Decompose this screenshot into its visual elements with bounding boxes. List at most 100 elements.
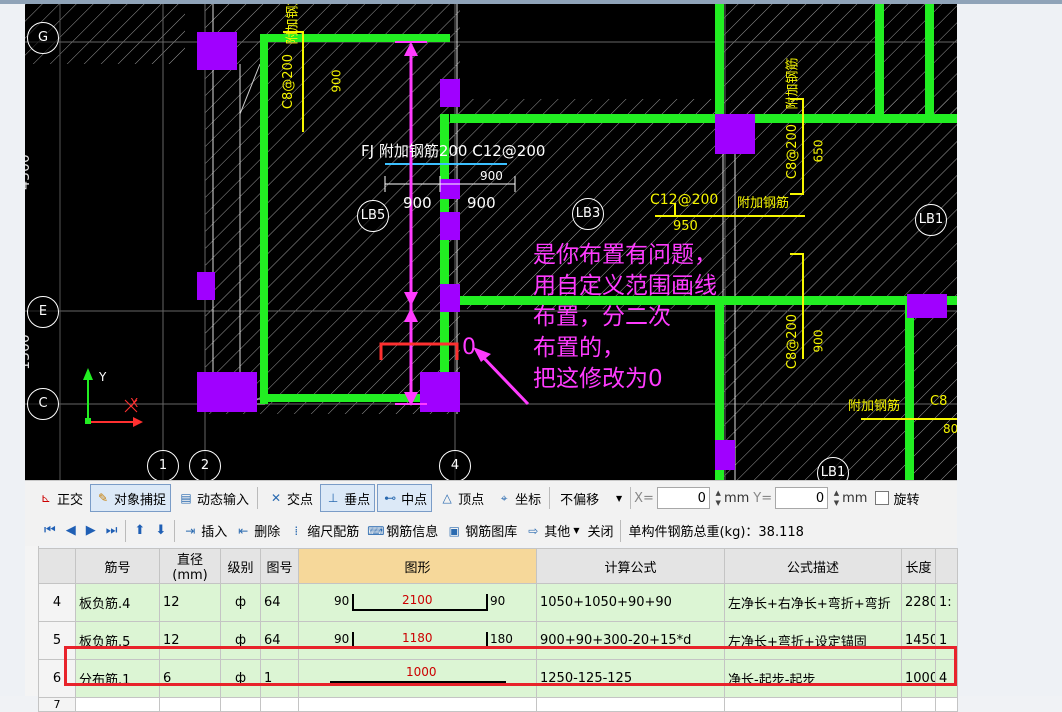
table-row[interactable]: 7 <box>38 697 958 712</box>
row-index: 4 <box>38 583 76 622</box>
header-extra[interactable] <box>935 548 958 584</box>
x-unit-label: mm <box>723 490 750 506</box>
dynamic-input-icon: ▤ <box>180 491 192 505</box>
row-index: 7 <box>38 697 76 712</box>
highlight-box-row-6 <box>64 646 957 686</box>
length-cell[interactable] <box>901 697 936 712</box>
first-record-icon[interactable]: ⏮ <box>39 523 61 538</box>
y-offset-input[interactable]: 0 ▲ ▼ <box>775 487 839 509</box>
coordinate-snap-button[interactable]: ⌖ 坐标 <box>491 484 546 512</box>
rebar-label-c8-3-dim: 900 <box>811 329 826 353</box>
table-header: 筋号 直径(mm) 级别 图号 图形 计算公式 公式描述 长度 <box>38 548 958 584</box>
spinner-arrows-icon[interactable]: ▲ ▼ <box>716 488 721 508</box>
length-cell[interactable]: 2280 <box>901 583 936 622</box>
delete-icon: ⇤ <box>238 523 249 538</box>
figure-no-cell[interactable]: 64 <box>260 583 299 622</box>
bar-no-cell[interactable] <box>75 697 160 712</box>
total-weight-label: 单构件钢筋总重(kg)：38.118 <box>628 525 804 540</box>
shape-cell[interactable] <box>298 697 537 712</box>
ortho-button[interactable]: ⊾ 正交 <box>33 484 88 512</box>
rebar-info-button[interactable]: ⌨ 钢筋信息 <box>363 521 442 541</box>
cad-drawing-canvas[interactable]: G E C 1 2 4 4500 1500 LB5 LB3 LB1 LB1 FJ… <box>25 4 957 480</box>
extra-cell[interactable] <box>935 697 958 712</box>
diameter-cell[interactable]: 12 <box>159 583 221 622</box>
annotation-line-2: 用自定义范围画线 <box>533 273 717 299</box>
vertex-snap-button[interactable]: △ 顶点 <box>434 484 489 512</box>
delete-label: 删除 <box>254 525 281 540</box>
grade-cell[interactable] <box>220 697 261 712</box>
move-up-icon[interactable]: ⬆ <box>129 523 150 538</box>
intersect-icon: ✕ <box>271 491 282 505</box>
extra-cell[interactable]: 1: <box>935 583 958 622</box>
right-margin <box>957 4 1062 696</box>
header-shape[interactable]: 图形 <box>298 548 537 584</box>
midpoint-snap-button[interactable]: ⊷ 中点 <box>377 484 433 512</box>
other-menu-button[interactable]: ⇨ 其他 ▼ <box>521 521 583 541</box>
header-grade[interactable]: 级别 <box>220 548 261 584</box>
shape-left-value: 90 <box>334 594 350 608</box>
header-formula-desc[interactable]: 公式描述 <box>724 548 902 584</box>
rebar-label-c8-3: C8@200 <box>785 313 801 370</box>
total-weight: 单构件钢筋总重(kg)：38.118 <box>624 521 807 540</box>
perpendicular-snap-button[interactable]: ⊥ 垂点 <box>320 484 376 512</box>
bar-no-cell[interactable]: 板负筋.4 <box>75 583 160 622</box>
header-index <box>38 548 76 584</box>
last-record-icon[interactable]: ⏭ <box>101 523 123 538</box>
rebar-library-button[interactable]: ▣ 钢筋图库 <box>442 521 521 541</box>
close-label: 关闭 <box>587 525 614 540</box>
spinner-arrows-icon[interactable]: ▲ ▼ <box>834 488 839 508</box>
scale-rebar-button[interactable]: ⁞ 缩尺配筋 <box>284 521 363 541</box>
dynamic-input-button[interactable]: ▤ 动态输入 <box>173 484 254 512</box>
table-row[interactable]: 4 板负筋.4 12 ф 64 90 2100 90 1050+1050+90+… <box>38 583 958 622</box>
header-formula[interactable]: 计算公式 <box>536 548 725 584</box>
chevron-down-icon: ▼ <box>573 526 580 535</box>
delete-button[interactable]: ⇤ 删除 <box>231 521 284 541</box>
other-icon: ⇨ <box>528 523 539 538</box>
rebar-label-c8-2: C8@200 <box>785 123 801 180</box>
shape-cell[interactable]: 90 2100 90 <box>298 583 537 622</box>
slab-label-lb3: LB3 <box>572 198 604 230</box>
header-bar-no[interactable]: 筋号 <box>75 548 160 584</box>
rebar-label-fujia-4: 附加钢筋 <box>848 399 901 414</box>
slab-label-lb1: LB1 <box>915 204 947 236</box>
header-figure-no[interactable]: 图号 <box>260 548 299 584</box>
annotation-line-4: 布置的， <box>533 335 625 361</box>
midpoint-label: 中点 <box>401 492 428 508</box>
toolbar-separator <box>549 487 551 509</box>
ortho-icon: ⊾ <box>40 491 52 505</box>
figure-no-cell[interactable] <box>260 697 299 712</box>
axis-bubble-2: 2 <box>189 450 221 480</box>
dim-4500: 4500 <box>25 154 33 190</box>
shape-mid-value: 2100 <box>402 593 433 607</box>
rebar-table-toolbar: ⏮ ◀ ▶ ⏭ ⬆ ⬇ ⇥ 插入 ⇤ 删除 ⁞ 缩尺配筋 ⌨ 钢筋信息 ▣ 钢筋图库 ⇨ 其… <box>25 515 957 546</box>
shape-right-value: 180 <box>490 632 513 646</box>
slab-lower-right-hatch <box>715 304 957 480</box>
next-record-icon[interactable]: ▶ <box>81 523 101 538</box>
vertex-label: 顶点 <box>458 492 485 508</box>
header-diameter[interactable]: 直径(mm) <box>159 548 221 584</box>
ortho-label: 正交 <box>57 492 84 508</box>
insert-button[interactable]: ⇥ 插入 <box>178 521 231 541</box>
formula-desc-cell[interactable]: 左净长+右净长+弯折+弯折 <box>724 583 902 622</box>
formula-cell[interactable]: 1050+1050+90+90 <box>536 583 725 622</box>
diameter-cell[interactable] <box>159 697 221 712</box>
x-offset-input[interactable]: 0 ▲ ▼ <box>656 487 721 509</box>
rebar-label-c8-1-dim: 900 <box>329 69 344 93</box>
rotate-checkbox[interactable] <box>875 491 890 505</box>
object-snap-button[interactable]: ✎ 对象捕捉 <box>90 484 172 512</box>
rebar-label-c8-2-dim: 650 <box>811 139 826 163</box>
grade-cell[interactable]: ф <box>220 583 261 622</box>
formula-cell[interactable] <box>536 697 725 712</box>
offset-select[interactable]: 不偏移 ▼ <box>555 484 627 512</box>
previous-record-icon[interactable]: ◀ <box>61 523 81 538</box>
header-length[interactable]: 长度 <box>901 548 936 584</box>
rebar-label-fj: FJ 附加钢筋200 C12@200 <box>361 142 546 160</box>
move-down-icon[interactable]: ⬇ <box>150 523 171 538</box>
rebar-label-c12-dim: 950 <box>673 219 698 234</box>
cad-drawing <box>25 4 957 480</box>
info-icon: ⌨ <box>367 523 385 538</box>
rebar-library-label: 钢筋图库 <box>465 525 518 540</box>
intersect-snap-button[interactable]: ✕ 交点 <box>263 484 318 512</box>
close-button[interactable]: 关闭 <box>583 521 617 540</box>
formula-desc-cell[interactable] <box>724 697 902 712</box>
